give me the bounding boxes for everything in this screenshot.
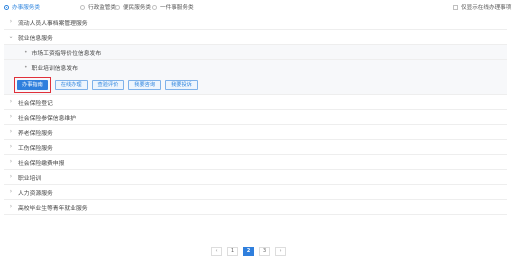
prev-page-button[interactable]: ‹: [211, 246, 222, 256]
chevron-right-icon: ›: [9, 128, 13, 135]
checkbox-icon[interactable]: [453, 4, 458, 10]
chevron-down-icon: ⌄: [8, 33, 14, 40]
chevron-right-icon: ›: [9, 203, 13, 210]
filter-radio-service[interactable]: 办事服务类: [4, 3, 40, 11]
category-label: 高校毕业生等青年就业服务: [18, 205, 88, 212]
next-page-button[interactable]: ›: [275, 246, 286, 256]
radio-icon[interactable]: [80, 4, 85, 10]
category-row[interactable]: › 工伤保险服务: [4, 140, 507, 155]
online-handle-button[interactable]: 在线办理: [54, 79, 88, 90]
chevron-right-icon: ›: [9, 18, 13, 25]
filter-radio-convenience[interactable]: 便民服务类: [115, 3, 151, 11]
category-row[interactable]: › 职业培训: [4, 170, 507, 185]
consult-button[interactable]: 我要咨询: [128, 79, 162, 90]
radio-icon-checked[interactable]: [4, 4, 9, 10]
guide-button[interactable]: 办事指南: [17, 79, 48, 90]
filter-bar: 办事服务类 行政监管类 便民服务类 一件事服务类 仅显示在线办理事项: [0, 0, 517, 13]
category-row[interactable]: › 社会保险缴费申报: [4, 155, 507, 170]
category-label: 社会保险参保信息维护: [18, 115, 76, 122]
chevron-right-icon: ›: [9, 98, 13, 105]
pagination: ‹ 1 2 3 ›: [211, 246, 291, 256]
bullet-icon: •: [24, 64, 28, 71]
filter-radio-one-thing[interactable]: 一件事服务类: [152, 3, 194, 11]
current-page-button[interactable]: 2: [243, 246, 254, 256]
radio-icon[interactable]: [152, 4, 157, 10]
filter-label: 办事服务类: [12, 5, 40, 11]
category-label: 就业信息服务: [18, 35, 53, 42]
chevron-right-icon: ›: [9, 158, 13, 165]
chevron-right-icon: ›: [9, 188, 13, 195]
filter-radio-regulation[interactable]: 行政监管类: [80, 3, 116, 11]
category-row[interactable]: › 高校毕业生等青年就业服务: [4, 200, 507, 215]
radio-icon[interactable]: [115, 4, 120, 10]
category-row[interactable]: › 养老保险服务: [4, 125, 507, 140]
category-label: 社会保险缴费申报: [18, 160, 65, 167]
online-only-checkbox[interactable]: 仅显示在线办理事项: [453, 3, 511, 11]
subitem-row[interactable]: • 职业培训信息发布: [4, 60, 507, 75]
chevron-right-icon: ›: [9, 143, 13, 150]
online-only-label: 仅显示在线办理事项: [461, 5, 512, 11]
category-label: 流动人员人事档案管理服务: [18, 20, 88, 27]
chevron-right-icon: ›: [9, 173, 13, 180]
complain-button[interactable]: 我要投诉: [165, 79, 198, 90]
category-label: 养老保险服务: [18, 130, 53, 137]
category-row[interactable]: › 人力资源服务: [4, 185, 507, 200]
category-label: 工伤保险服务: [18, 145, 53, 152]
highlight-box: 办事指南: [14, 76, 51, 93]
category-row[interactable]: › 社会保险登记: [4, 95, 507, 110]
category-label: 人力资源服务: [18, 190, 53, 197]
subitem-label: 市场工资指导价位信息发布: [31, 50, 102, 57]
action-bar: 办事指南 在线办理 查验评价 我要咨询 我要投诉: [4, 75, 507, 95]
category-list: › 流动人员人事档案管理服务 ⌄ 就业信息服务 • 市场工资指导价位信息发布 •…: [4, 15, 507, 215]
subitem-label: 职业培训信息发布: [31, 66, 78, 72]
category-label: 职业培训: [18, 175, 42, 182]
bullet-icon: •: [24, 48, 28, 56]
subitem-row[interactable]: • 市场工资指导价位信息发布: [4, 45, 507, 60]
category-row-expanded[interactable]: ⌄ 就业信息服务: [4, 30, 507, 45]
chevron-right-icon: ›: [9, 113, 13, 120]
category-label: 社会保险登记: [18, 100, 53, 107]
subitem-panel: • 市场工资指导价位信息发布 • 职业培训信息发布 办事指南 在线办理 查验评价…: [4, 45, 507, 95]
category-row[interactable]: › 流动人员人事档案管理服务: [4, 15, 507, 30]
filter-label: 行政监管类: [88, 5, 116, 11]
rate-button[interactable]: 查验评价: [91, 79, 125, 90]
filter-label: 一件事服务类: [160, 5, 194, 11]
page-button[interactable]: 1: [227, 246, 238, 256]
filter-label: 便民服务类: [123, 5, 151, 11]
page-button[interactable]: 3: [259, 246, 270, 256]
category-row[interactable]: › 社会保险参保信息维护: [4, 110, 507, 125]
